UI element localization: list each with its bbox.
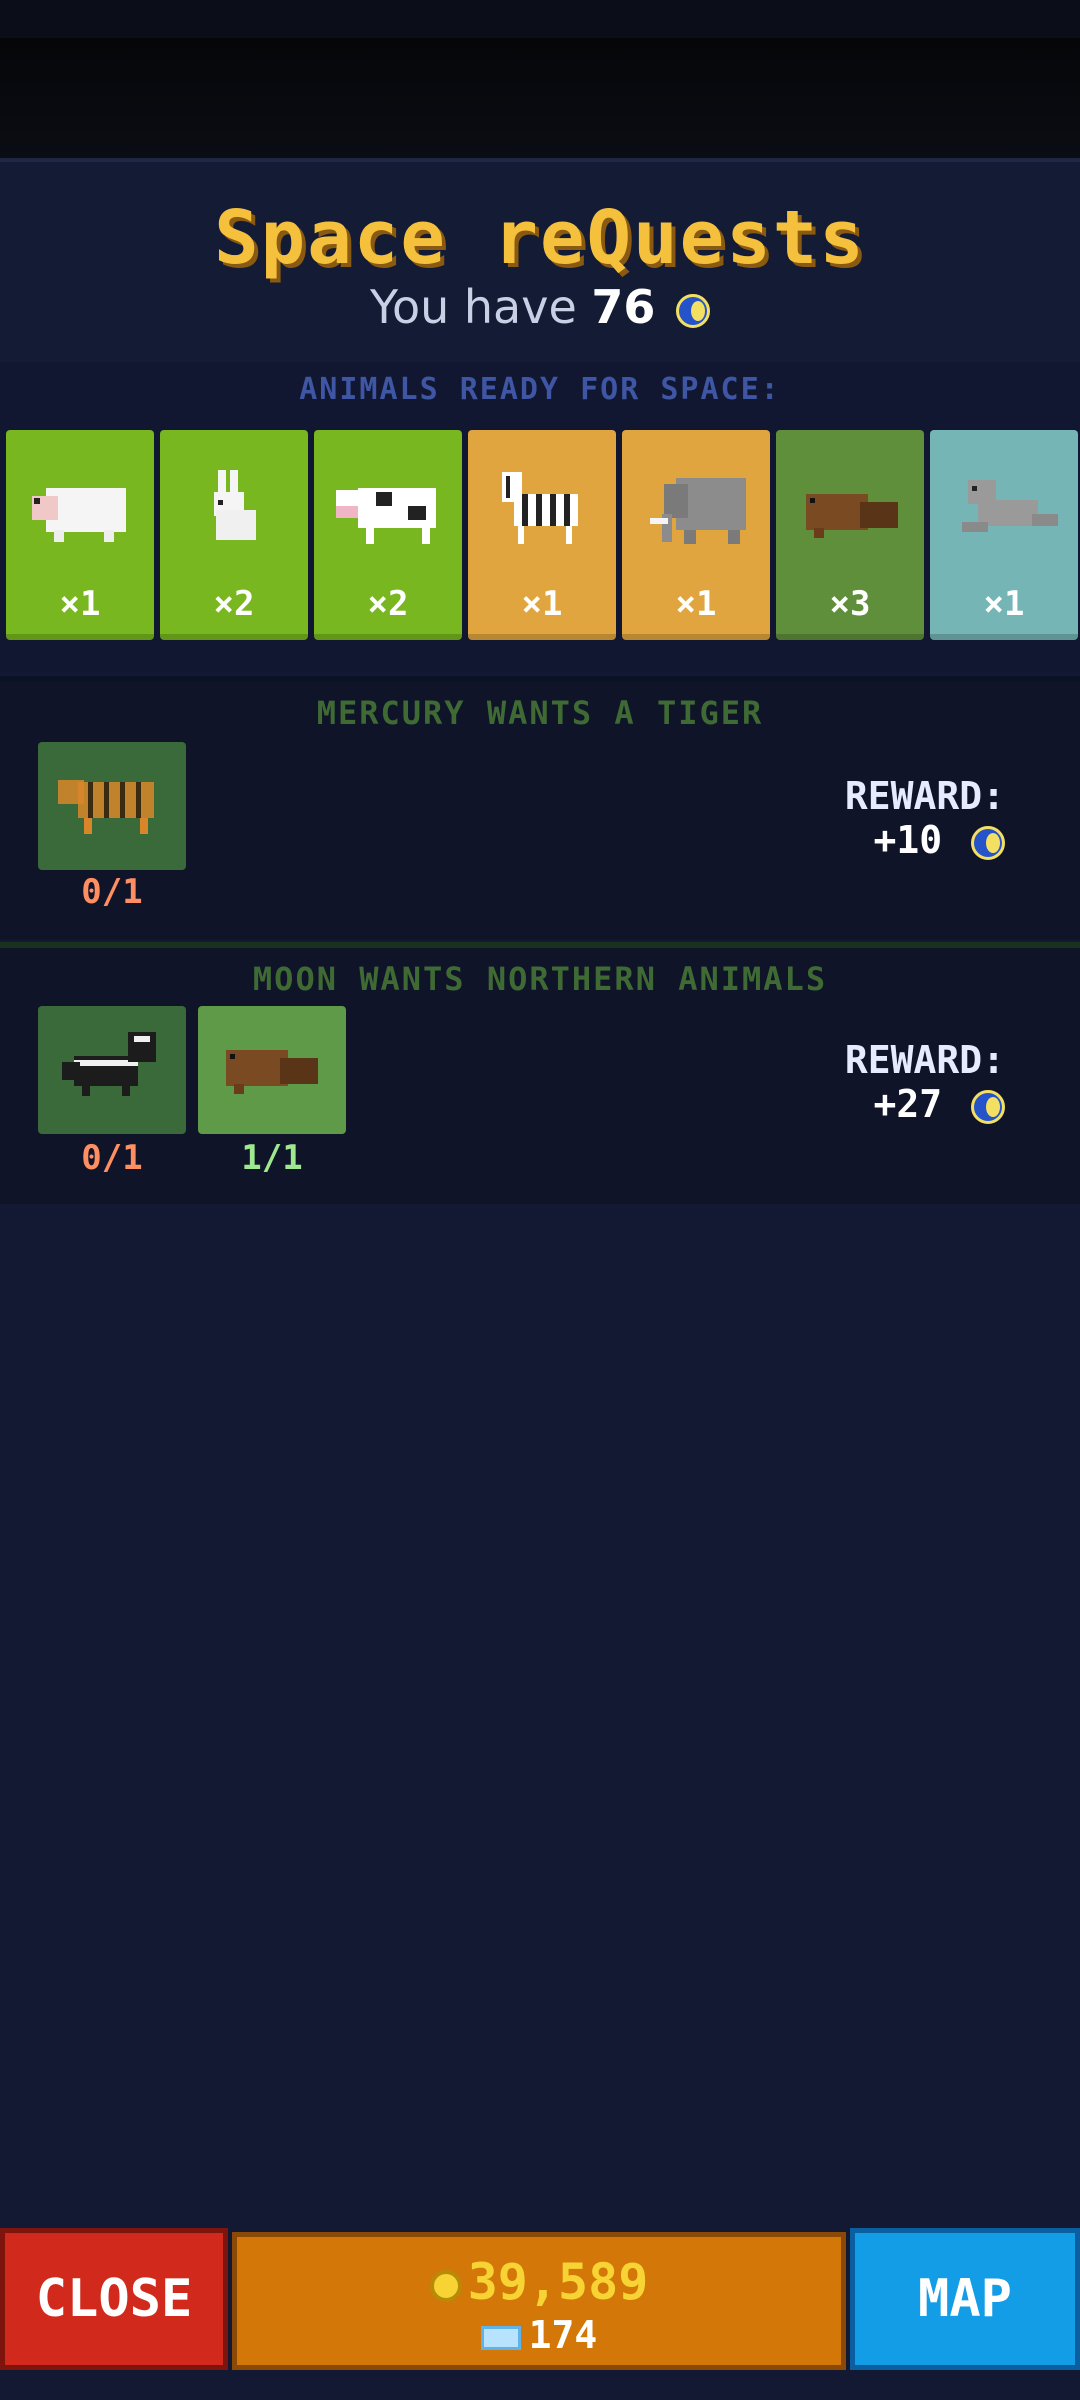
card-count: ×2 <box>213 584 255 624</box>
bottom-strip <box>0 2380 1080 2400</box>
moon-coin-icon <box>971 825 1005 860</box>
quest-moon: MOON WANTS NORTHERN ANIMALS 0/1 1/1 REWA… <box>0 942 1080 1204</box>
elephant-icon <box>650 478 746 544</box>
card-elephant[interactable]: ×1 <box>622 430 770 640</box>
quest-slot-skunk[interactable] <box>38 1006 186 1134</box>
moon-coin-icon <box>676 293 711 328</box>
top-shade <box>0 38 1080 158</box>
status-bar <box>0 0 1080 38</box>
quest-progress-beaver: 1/1 <box>241 1138 303 1178</box>
have-prefix: You have <box>369 280 577 334</box>
card-seal[interactable]: ×1 <box>930 430 1078 640</box>
quest-slot-beaver[interactable] <box>198 1006 346 1134</box>
skunk-icon <box>62 1032 156 1096</box>
quest-reward: REWARD: +10 <box>845 774 1005 862</box>
rabbit-icon <box>214 470 256 540</box>
card-count: ×1 <box>983 584 1025 624</box>
cow-icon <box>336 488 436 544</box>
card-count: ×1 <box>675 584 717 624</box>
quest-slot-tiger[interactable] <box>38 742 186 870</box>
ticket-amount: 174 <box>528 2313 598 2357</box>
card-count: ×1 <box>521 584 563 624</box>
card-beaver[interactable]: ×3 <box>776 430 924 640</box>
moon-coin-icon <box>971 1089 1005 1124</box>
gold-coin-icon <box>429 2269 462 2302</box>
have-amount: 76 <box>591 280 656 334</box>
quest-reward: REWARD: +27 <box>845 1038 1005 1126</box>
page-title: Space reQuests <box>214 195 866 281</box>
card-count: ×3 <box>829 584 871 624</box>
ready-cards: ×1 ×2 ×2 ×1 ×1 ×3 ×1 <box>6 430 1080 640</box>
quest-mercury: MERCURY WANTS A TIGER 0/1 REWARD: +10 <box>0 676 1080 940</box>
ticket-display: 174 <box>237 2313 841 2357</box>
map-button[interactable]: MAP <box>850 2228 1080 2370</box>
gold-amount: 39,589 <box>467 2253 649 2311</box>
quest-title: MERCURY WANTS A TIGER <box>316 694 764 732</box>
reward-label: REWARD: <box>844 1038 1005 1082</box>
quest-title: MOON WANTS NORTHERN ANIMALS <box>252 960 828 998</box>
ready-label: ANIMALS READY FOR SPACE: <box>299 372 781 407</box>
card-rabbit[interactable]: ×2 <box>160 430 308 640</box>
tiger-icon <box>58 780 154 834</box>
beaver-icon <box>226 1050 318 1094</box>
reward-label: REWARD: <box>844 774 1005 818</box>
beaver-icon <box>806 494 898 538</box>
card-cow[interactable]: ×2 <box>314 430 462 640</box>
gold-display: 39,589 <box>237 2253 841 2311</box>
card-sheep[interactable]: ×1 <box>6 430 154 640</box>
card-zebra[interactable]: ×1 <box>468 430 616 640</box>
card-count: ×1 <box>59 584 101 624</box>
currency-summary: You have 76 <box>0 280 1080 334</box>
seal-icon <box>962 480 1058 532</box>
sheep-icon <box>32 488 126 542</box>
quest-progress: 0/1 <box>81 872 143 912</box>
card-count: ×2 <box>367 584 409 624</box>
ticket-icon <box>480 2325 521 2350</box>
quest-progress-skunk: 0/1 <box>81 1138 143 1178</box>
bottom-bar: CLOSE 39,589 174 MAP <box>0 2228 1080 2380</box>
close-button[interactable]: CLOSE <box>0 2228 228 2370</box>
reward-amount: +10 <box>873 818 943 862</box>
reward-amount: +27 <box>873 1082 943 1126</box>
zebra-icon <box>502 472 578 544</box>
money-panel: 39,589 174 <box>232 2232 846 2370</box>
